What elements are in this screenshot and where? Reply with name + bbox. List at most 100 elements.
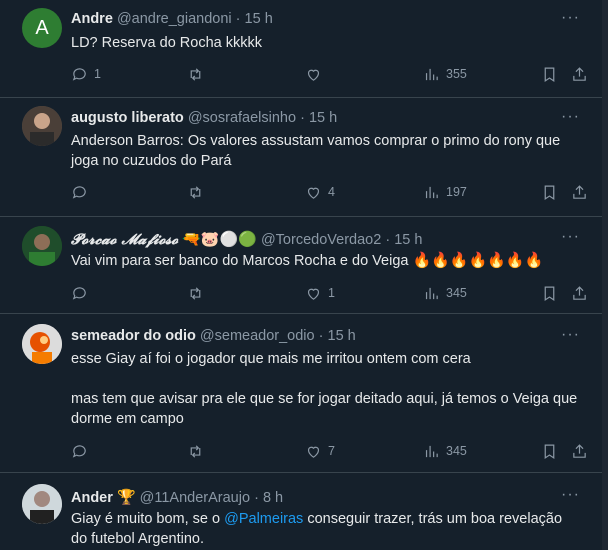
more-icon[interactable]: ··· <box>561 108 580 126</box>
views-icon <box>425 186 438 198</box>
mention-link[interactable]: @Palmeiras <box>224 511 303 527</box>
author-handle[interactable]: @TorcedoVerdao2 <box>261 232 381 248</box>
views-button[interactable]: 197 <box>423 182 467 202</box>
views-icon <box>425 287 438 299</box>
tweet-actions: 7 345 <box>71 441 591 461</box>
views-count: 355 <box>446 67 467 81</box>
tweet[interactable]: 𝓟𝓸𝓻𝓬𝓪𝓸 𝓜𝓪𝓯𝓲𝓸𝓼𝓸 🔫🐷⚪🟢 @TorcedoVerdao2 · 15… <box>0 216 602 314</box>
tweet-text: esse Giay aí foi o jogador que mais me i… <box>71 351 471 367</box>
like-icon <box>307 187 320 199</box>
bookmark-button[interactable] <box>541 64 558 84</box>
like-button[interactable]: 7 <box>305 441 335 461</box>
share-icon <box>573 443 586 458</box>
avatar-letter: A <box>35 16 49 39</box>
timestamp[interactable]: 15 h <box>328 328 356 344</box>
reply-button[interactable] <box>71 441 94 461</box>
like-button[interactable]: 4 <box>305 182 335 202</box>
separator-dot: · <box>235 11 241 27</box>
author-name[interactable]: augusto liberato <box>71 110 184 126</box>
share-button[interactable] <box>571 441 588 461</box>
tweet-header: Andre @andre_giandoni · 15 h <box>71 11 273 27</box>
like-count: 7 <box>328 444 335 458</box>
author-handle[interactable]: @andre_giandoni <box>117 11 232 27</box>
author-handle[interactable]: @11AnderAraujo <box>140 490 250 506</box>
author-handle[interactable]: @sosrafaelsinho <box>188 110 296 126</box>
share-button[interactable] <box>571 64 588 84</box>
tweet-actions: 1 345 <box>71 283 591 303</box>
separator-dot: · <box>385 232 391 248</box>
timestamp[interactable]: 8 h <box>263 490 283 506</box>
separator-dot: · <box>300 110 305 126</box>
bookmark-button[interactable] <box>541 441 558 461</box>
reply-icon <box>72 185 86 199</box>
tweet-text: Anderson Barros: Os valores assustam vam… <box>71 133 561 169</box>
views-count: 197 <box>446 185 467 199</box>
share-icon <box>573 184 586 199</box>
retweet-button[interactable] <box>187 441 210 461</box>
tweet[interactable]: Ander 🏆 @11AnderAraujo · 8 h ··· Giay é … <box>0 472 602 550</box>
more-icon[interactable]: ··· <box>561 9 580 27</box>
retweet-button[interactable] <box>187 283 210 303</box>
views-icon <box>425 68 438 80</box>
separator-dot: · <box>254 490 259 506</box>
author-handle[interactable]: @semeador_odio <box>200 328 315 344</box>
tweet[interactable]: A Andre @andre_giandoni · 15 h ··· LD? R… <box>0 0 602 98</box>
scrollbar-track[interactable] <box>602 0 608 550</box>
avatar[interactable] <box>22 324 62 364</box>
bookmark-button[interactable] <box>541 182 558 202</box>
tweet-text-part: Giay é muito bom, se o <box>71 511 225 527</box>
tweet-header: semeador do odio @semeador_odio · 15 h <box>71 328 356 344</box>
tweet[interactable]: semeador do odio @semeador_odio · 15 h ·… <box>0 313 602 473</box>
more-icon[interactable]: ··· <box>561 326 580 344</box>
timestamp[interactable]: 15 h <box>394 232 422 248</box>
avatar[interactable] <box>22 484 62 524</box>
tweet-header: Ander 🏆 @11AnderAraujo · 8 h <box>71 488 283 506</box>
views-button[interactable]: 345 <box>423 283 467 303</box>
avatar-image <box>22 324 62 364</box>
avatar[interactable]: A <box>22 8 62 48</box>
bookmark-button[interactable] <box>541 283 558 303</box>
author-name[interactable]: Ander <box>71 490 113 506</box>
like-button[interactable] <box>305 64 328 84</box>
views-button[interactable]: 355 <box>423 64 467 84</box>
separator-dot: · <box>318 328 324 344</box>
retweet-icon <box>190 67 201 81</box>
avatar-image <box>22 106 62 146</box>
views-button[interactable]: 345 <box>423 441 467 461</box>
author-name[interactable]: 𝓟𝓸𝓻𝓬𝓪𝓸 𝓜𝓪𝓯𝓲𝓸𝓼𝓸 <box>71 231 178 248</box>
avatar[interactable] <box>22 106 62 146</box>
tweet-text: Giay é muito bom, se o @Palmeiras conseg… <box>71 509 581 549</box>
retweet-button[interactable] <box>187 64 210 84</box>
retweet-icon <box>190 444 201 458</box>
tweet-text: LD? Reserva do Rocha kkkkk <box>71 35 262 51</box>
share-button[interactable] <box>571 283 588 303</box>
views-count: 345 <box>446 286 467 300</box>
like-count: 4 <box>328 185 335 199</box>
retweet-button[interactable] <box>187 182 210 202</box>
share-icon <box>573 285 586 300</box>
tweet-actions: 4 197 <box>71 182 591 202</box>
share-icon <box>573 66 586 81</box>
avatar-image <box>22 484 62 524</box>
avatar[interactable] <box>22 226 62 266</box>
views-count: 345 <box>446 444 467 458</box>
more-icon[interactable]: ··· <box>561 228 580 246</box>
share-button[interactable] <box>571 182 588 202</box>
reply-button[interactable] <box>71 182 94 202</box>
timestamp[interactable]: 15 h <box>245 11 273 27</box>
like-button[interactable]: 1 <box>305 283 335 303</box>
tweet[interactable]: augusto liberato @sosrafaelsinho · 15 h … <box>0 97 602 217</box>
reply-button[interactable] <box>71 283 94 303</box>
timestamp[interactable]: 15 h <box>309 110 337 126</box>
author-name[interactable]: semeador do odio <box>71 328 196 344</box>
like-icon <box>307 446 320 458</box>
retweet-icon <box>190 185 201 199</box>
reply-icon <box>72 444 86 458</box>
avatar-image <box>22 226 62 266</box>
tweet-feed: A Andre @andre_giandoni · 15 h ··· LD? R… <box>0 0 608 550</box>
reply-icon <box>72 67 86 81</box>
reply-button[interactable]: 1 <box>71 64 101 84</box>
more-icon[interactable]: ··· <box>561 486 580 504</box>
author-name[interactable]: Andre <box>71 11 113 27</box>
like-icon <box>307 69 320 81</box>
